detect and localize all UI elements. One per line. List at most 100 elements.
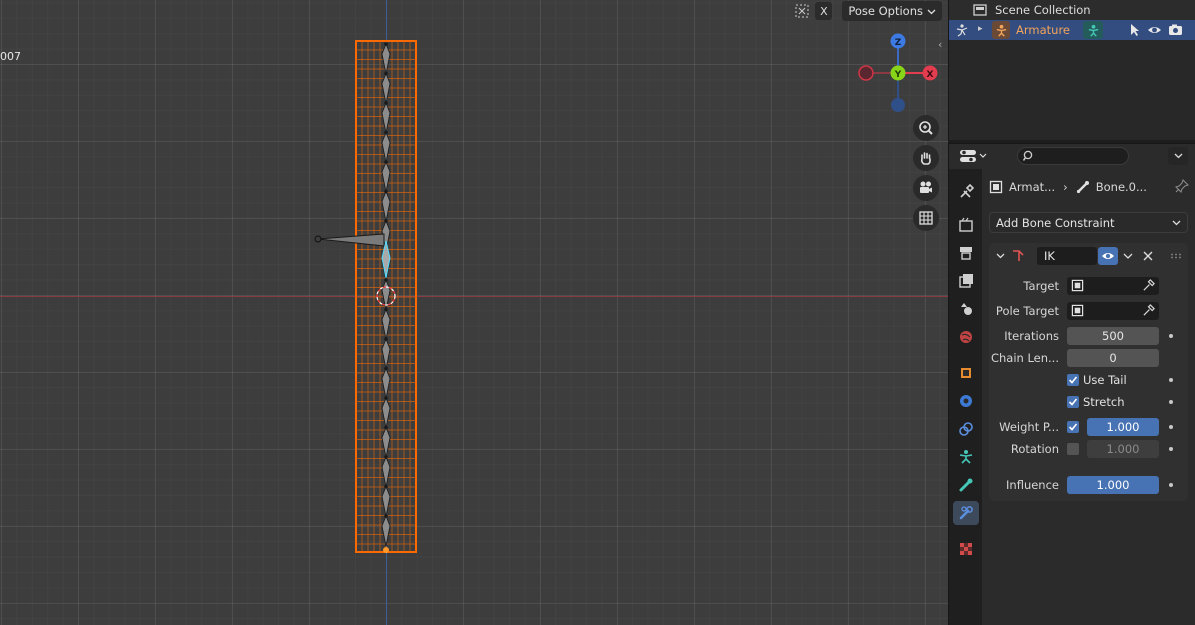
bone-tab-icon[interactable] <box>953 473 979 497</box>
navigation-gizmo[interactable]: Z X Y <box>850 30 945 120</box>
scene-tab-icon[interactable] <box>953 297 979 321</box>
expand-arrow-icon[interactable]: ▸ <box>978 24 983 34</box>
outliner-panel[interactable]: Scene Collection ▸ Armature <box>948 0 1195 140</box>
stretch-row[interactable]: Stretch <box>989 392 1188 412</box>
armature-data-tab-icon[interactable] <box>953 445 979 469</box>
use-tail-label: Use Tail <box>1083 373 1127 387</box>
editor-type-button[interactable] <box>959 147 991 165</box>
breadcrumb-bone: Bone.0... <box>1095 180 1147 194</box>
close-x-button[interactable]: X <box>815 2 833 20</box>
drag-handle-icon[interactable] <box>1170 253 1182 259</box>
outliner-armature-row[interactable]: ▸ Armature <box>949 20 1195 40</box>
use-tail-checkbox[interactable] <box>1067 374 1079 386</box>
keyframe-dot-icon[interactable] <box>1169 378 1173 382</box>
armature-bones[interactable] <box>300 36 430 561</box>
gizmo-x-label: X <box>927 70 934 80</box>
search-icon <box>1023 150 1033 161</box>
object-icon <box>1071 304 1084 317</box>
object-icon <box>989 180 1003 194</box>
gizmo-y-label: Y <box>894 70 902 80</box>
keyframe-dot-icon[interactable] <box>1169 400 1173 404</box>
camera-icon[interactable] <box>1168 23 1183 40</box>
weight-position-field[interactable]: 1.000 <box>1087 418 1159 436</box>
rotation-weight-field[interactable]: 1.000 <box>1087 440 1159 458</box>
collapse-chevron-icon[interactable] <box>996 253 1005 259</box>
armature-object-icon <box>992 21 1010 39</box>
object-tab-icon[interactable] <box>953 361 979 385</box>
rotation-row: Rotation 1.000 <box>989 439 1188 459</box>
constraint-menu-chevron-icon[interactable] <box>1123 253 1133 260</box>
pole-target-object-field[interactable] <box>1067 302 1159 320</box>
ik-constraint-panel: IK Target Pole Target Iterations 500 Cha… <box>989 243 1188 501</box>
chevron-right-icon: › <box>1063 180 1068 194</box>
chain-length-field[interactable]: 0 <box>1067 349 1159 367</box>
render-tab-icon[interactable] <box>953 213 979 237</box>
eye-icon[interactable] <box>1147 23 1162 40</box>
keyframe-dot-icon[interactable] <box>1169 425 1173 429</box>
keyframe-dot-icon[interactable] <box>1169 483 1173 487</box>
properties-search-input[interactable] <box>1017 147 1129 165</box>
outliner-scene-collection-row[interactable]: Scene Collection <box>949 0 1195 20</box>
tool-tab-icon[interactable] <box>953 180 979 204</box>
weight-position-checkbox[interactable] <box>1067 421 1079 433</box>
view-layer-tab-icon[interactable] <box>953 269 979 293</box>
keyframe-dot-icon[interactable] <box>1169 447 1173 451</box>
use-tail-row[interactable]: Use Tail <box>989 370 1188 390</box>
chevron-down-icon <box>1174 153 1182 159</box>
bone-icon <box>1076 181 1089 194</box>
zoom-icon[interactable] <box>913 115 939 141</box>
target-object-field[interactable] <box>1067 277 1159 295</box>
rotation-label: Rotation <box>1010 442 1059 456</box>
influence-row: Influence 1.000 <box>989 475 1188 495</box>
chain-length-label: Chain Len... <box>990 351 1059 365</box>
eyedropper-icon[interactable] <box>1142 279 1155 292</box>
chevron-down-icon <box>979 153 987 158</box>
eyedropper-icon[interactable] <box>1142 304 1155 317</box>
add-bone-constraint-dropdown[interactable]: Add Bone Constraint <box>989 212 1188 233</box>
constraints-tab-icon[interactable] <box>953 417 979 441</box>
pose-options-button[interactable]: Pose Options <box>842 1 942 21</box>
stretch-label: Stretch <box>1083 395 1125 409</box>
output-tab-icon[interactable] <box>953 241 979 265</box>
pose-mode-icon <box>955 23 969 40</box>
x-axis-line <box>0 296 948 297</box>
ik-constraint-header[interactable]: IK <box>989 243 1188 269</box>
properties-tab-column <box>949 169 982 625</box>
pose-options-label: Pose Options <box>848 4 923 18</box>
pin-icon[interactable] <box>1174 178 1190 196</box>
properties-editor[interactable]: Armat... › Bone.0... Add Bone Constraint… <box>948 143 1195 625</box>
constraint-name-field[interactable]: IK <box>1037 247 1097 265</box>
ortho-grid-icon[interactable] <box>913 205 939 231</box>
armature-data-icon[interactable] <box>1083 21 1103 39</box>
rotation-checkbox[interactable] <box>1067 443 1079 455</box>
select-arrow-icon[interactable] <box>1129 23 1141 40</box>
weight-position-label: Weight P... <box>999 420 1059 434</box>
viewport-frame-label: 007 <box>0 50 21 63</box>
constraint-visibility-toggle[interactable] <box>1098 247 1118 265</box>
object-icon <box>1071 279 1084 292</box>
keyframe-dot-icon[interactable] <box>1169 334 1173 338</box>
iterations-field[interactable]: 500 <box>1067 327 1159 345</box>
texture-tab-icon[interactable] <box>953 537 979 561</box>
chevron-left-icon[interactable]: ‹ <box>938 38 942 51</box>
panel-options-button[interactable] <box>1168 147 1188 165</box>
weight-position-row: Weight P... 1.000 <box>989 417 1188 437</box>
close-icon[interactable] <box>1143 251 1153 261</box>
3d-viewport[interactable]: 007 X Pose Options Z X Y ‹ <box>0 0 948 625</box>
camera-view-icon[interactable] <box>913 175 939 201</box>
physics-tab-icon[interactable] <box>953 389 979 413</box>
breadcrumb-object: Armat... <box>1009 180 1056 194</box>
chain-length-row: Chain Len... 0 <box>989 348 1188 368</box>
influence-field[interactable]: 1.000 <box>1067 476 1159 494</box>
iterations-row: Iterations 500 <box>989 326 1188 346</box>
bone-constraints-tab-icon[interactable] <box>953 501 979 525</box>
world-tab-icon[interactable] <box>953 325 979 349</box>
transform-affect-icon[interactable] <box>793 2 811 20</box>
pan-hand-icon[interactable] <box>913 145 939 171</box>
armature-label[interactable]: Armature <box>1016 23 1070 37</box>
chevron-down-icon <box>1172 220 1181 226</box>
chevron-down-icon <box>927 4 936 18</box>
checkmark-icon <box>1068 398 1078 406</box>
scene-collection-icon <box>973 3 987 20</box>
stretch-checkbox[interactable] <box>1067 396 1079 408</box>
